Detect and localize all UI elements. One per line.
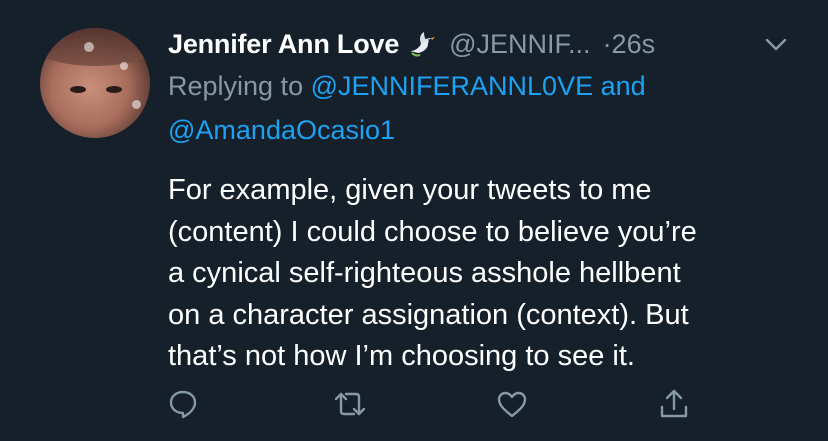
tweet-timestamp[interactable]: ·26s: [603, 29, 656, 60]
reply-button[interactable]: [165, 386, 201, 422]
share-icon: [660, 389, 688, 418]
reply-joiner: and: [600, 71, 646, 101]
avatar-light-spot: [132, 100, 141, 109]
replying-to-line: Replying to @JENNIFERANNL0VE and: [168, 71, 646, 102]
author-handle[interactable]: @JENNIF...: [449, 29, 590, 60]
chevron-down-icon[interactable]: [762, 30, 790, 58]
heart-icon: [497, 391, 527, 418]
avatar[interactable]: [40, 28, 150, 138]
retweet-icon: [334, 392, 366, 416]
reply-icon: [169, 390, 197, 419]
avatar-eye-left: [70, 86, 86, 93]
like-button[interactable]: [494, 386, 530, 422]
tweet-text-line: on a character assignation (context). Bu…: [168, 298, 689, 331]
avatar-light-spot: [120, 62, 128, 70]
avatar-light-spot: [84, 42, 94, 52]
tweet-text-line: For example, given your tweets to me: [168, 174, 652, 206]
tweet-text: For example, given your tweets to me (co…: [168, 170, 808, 378]
tweet-header: Jennifer Ann Love @JENNIF... ·26s: [168, 26, 655, 62]
tweet-text-line: a cynical self-righteous asshole hellben…: [168, 257, 681, 289]
share-button[interactable]: [656, 386, 692, 422]
avatar-eye-right: [106, 86, 122, 93]
reply-mention-link[interactable]: @JENNIFERANNL0VE: [311, 71, 593, 101]
avatar-hair: [40, 28, 150, 66]
author-name[interactable]: Jennifer Ann Love: [168, 29, 399, 60]
replying-to-line-2: @AmandaOcasio1: [168, 115, 395, 146]
tweet-actions: [0, 386, 828, 426]
tweet-text-line: that’s not how I’m choosing to see it.: [168, 340, 635, 372]
retweet-button[interactable]: [332, 386, 368, 422]
dove-icon: [410, 32, 436, 57]
replying-to-label: Replying to: [168, 71, 304, 101]
reply-mention-link[interactable]: @AmandaOcasio1: [168, 115, 395, 145]
tweet-text-line: (content) I could choose to believe you’…: [168, 215, 697, 248]
tweet-card[interactable]: Jennifer Ann Love @JENNIF... ·26s Replyi…: [0, 0, 828, 441]
